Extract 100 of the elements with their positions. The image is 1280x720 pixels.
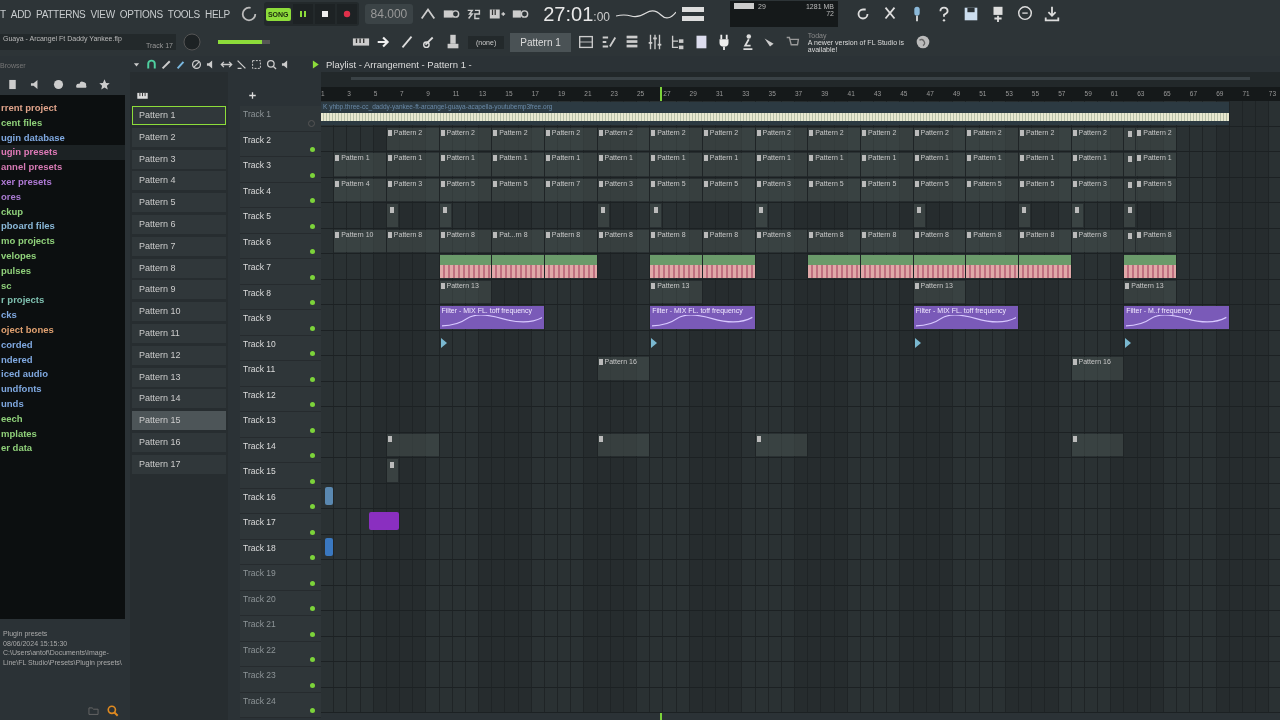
browser-item[interactable]: unds (0, 396, 125, 412)
drum-clip[interactable] (913, 255, 966, 278)
drum-clip[interactable] (966, 255, 1018, 278)
pattern-list-item[interactable]: Pattern 14 (132, 389, 226, 409)
pattern-clip[interactable] (1071, 433, 1124, 456)
drum-clip[interactable] (702, 255, 755, 278)
track-led-icon[interactable] (310, 427, 315, 433)
track-header[interactable]: Track 15 (240, 463, 321, 489)
pattern-list-item[interactable]: Pattern 4 (132, 171, 226, 191)
track-led-icon[interactable] (310, 631, 315, 637)
drum-clip[interactable] (492, 255, 544, 278)
tempo-field[interactable]: 84.000 (364, 4, 414, 24)
track-header[interactable]: Track 11 (240, 361, 321, 387)
track-led-icon[interactable] (310, 223, 315, 229)
browser-item[interactable]: ugin presets (0, 145, 125, 161)
track-lane[interactable] (321, 432, 1280, 458)
track-header[interactable]: Track 3 (240, 157, 321, 183)
drum-clip[interactable] (439, 255, 492, 278)
playlist-icon[interactable] (576, 33, 595, 51)
drum-clip[interactable] (544, 255, 597, 278)
pattern-clip[interactable] (755, 433, 808, 456)
pattern-clip[interactable] (439, 204, 451, 227)
pattern-list-item[interactable]: Pattern 10 (132, 302, 226, 322)
browser-item[interactable]: xer presets (0, 175, 125, 190)
menu-item[interactable]: HELP (205, 8, 230, 20)
note-clip[interactable] (325, 537, 333, 556)
browser-item[interactable]: r projects (0, 293, 125, 309)
marker-icon[interactable] (439, 335, 448, 350)
knob-icon[interactable] (239, 5, 258, 23)
track-lane[interactable] (321, 381, 1280, 407)
pattern-clip[interactable] (386, 204, 398, 227)
pattern-list-item[interactable]: Pattern 11 (132, 323, 226, 343)
track-lane[interactable] (321, 407, 1280, 433)
star-icon[interactable] (98, 78, 111, 91)
track-led-icon[interactable] (310, 274, 315, 280)
browser-item[interactable]: ckup (0, 204, 125, 220)
track-led-icon[interactable] (310, 529, 315, 535)
pattern-clip[interactable] (755, 204, 767, 227)
track-lane[interactable] (321, 203, 1280, 229)
drum-clip[interactable] (808, 255, 860, 278)
track-lane[interactable] (321, 687, 1280, 713)
pattern-clip[interactable] (1124, 204, 1136, 227)
track-header[interactable]: Track 20 (240, 590, 321, 616)
pattern-clip[interactable] (913, 204, 925, 227)
track-led-icon[interactable] (310, 453, 315, 458)
menu-item[interactable]: PATTERNS (36, 8, 86, 20)
track-header[interactable]: Track 14 (240, 437, 321, 463)
track-header[interactable]: Track 12 (240, 386, 321, 412)
pattern-clip[interactable] (1124, 178, 1136, 201)
pattern-clip[interactable] (386, 433, 439, 456)
pattern-clip[interactable] (1124, 229, 1136, 252)
overview-scrollbar[interactable] (321, 72, 1280, 87)
drum-clip[interactable] (860, 255, 913, 278)
browser-item[interactable]: sc (0, 278, 125, 294)
note-clip[interactable] (325, 486, 333, 505)
track-header[interactable]: Track 10 (240, 335, 321, 361)
track-header[interactable]: Track 8 (240, 284, 321, 310)
browser-item[interactable]: cks (0, 308, 125, 323)
browser-item[interactable]: oject bones (0, 322, 125, 338)
track-led-icon[interactable] (310, 657, 315, 662)
pattern-clip[interactable] (650, 204, 662, 227)
pattern-list-item[interactable]: Pattern 17 (132, 454, 226, 474)
pattern-list-item[interactable]: Pattern 7 (132, 236, 226, 256)
pattern-clip[interactable] (597, 204, 609, 227)
track-header[interactable]: Track 1 (240, 106, 321, 132)
browser-item[interactable]: corded (0, 337, 125, 353)
track-led-icon[interactable] (310, 300, 315, 305)
master-volume-slider[interactable] (218, 40, 270, 44)
browser-item[interactable]: iced audio (0, 367, 125, 383)
track-led-icon[interactable] (310, 376, 315, 382)
magnet-icon[interactable] (145, 57, 158, 71)
search-icon[interactable] (106, 704, 119, 717)
browser-item[interactable]: eech (0, 411, 125, 427)
track-led-icon[interactable] (310, 708, 315, 713)
drum-clip[interactable] (650, 255, 702, 278)
menu-item[interactable]: T (0, 8, 6, 20)
globe-icon[interactable] (52, 78, 65, 91)
track-led-icon[interactable] (310, 682, 315, 688)
pattern-clip[interactable] (386, 459, 398, 482)
browser-item[interactable]: mplates (0, 426, 125, 442)
drum-clip[interactable] (1124, 255, 1176, 278)
browser-item[interactable]: rrent project (0, 101, 125, 116)
browser-item[interactable]: er data (0, 441, 125, 457)
stop-button[interactable] (314, 4, 335, 24)
save-icon[interactable] (962, 5, 980, 23)
browser-item[interactable]: pboard files (0, 219, 125, 235)
pattern-list-item[interactable]: Pattern 2 (132, 127, 226, 147)
track-header[interactable]: Track 17 (240, 514, 321, 540)
track-lane[interactable] (321, 483, 1280, 509)
track-header[interactable]: Track 23 (240, 667, 321, 693)
menu-item[interactable]: OPTIONS (119, 8, 163, 20)
chat-icon[interactable] (1016, 5, 1034, 23)
menu-item[interactable]: TOOLS (167, 8, 200, 20)
track-led-icon[interactable] (310, 580, 315, 586)
browser-item[interactable]: ores (0, 189, 125, 205)
menu-item[interactable]: ADD (10, 8, 32, 20)
pattern-clip[interactable] (1071, 204, 1083, 227)
pattern-list-item[interactable]: Pattern 3 (132, 149, 226, 169)
track-lane[interactable] (321, 458, 1280, 484)
track-led-icon[interactable] (310, 478, 315, 484)
